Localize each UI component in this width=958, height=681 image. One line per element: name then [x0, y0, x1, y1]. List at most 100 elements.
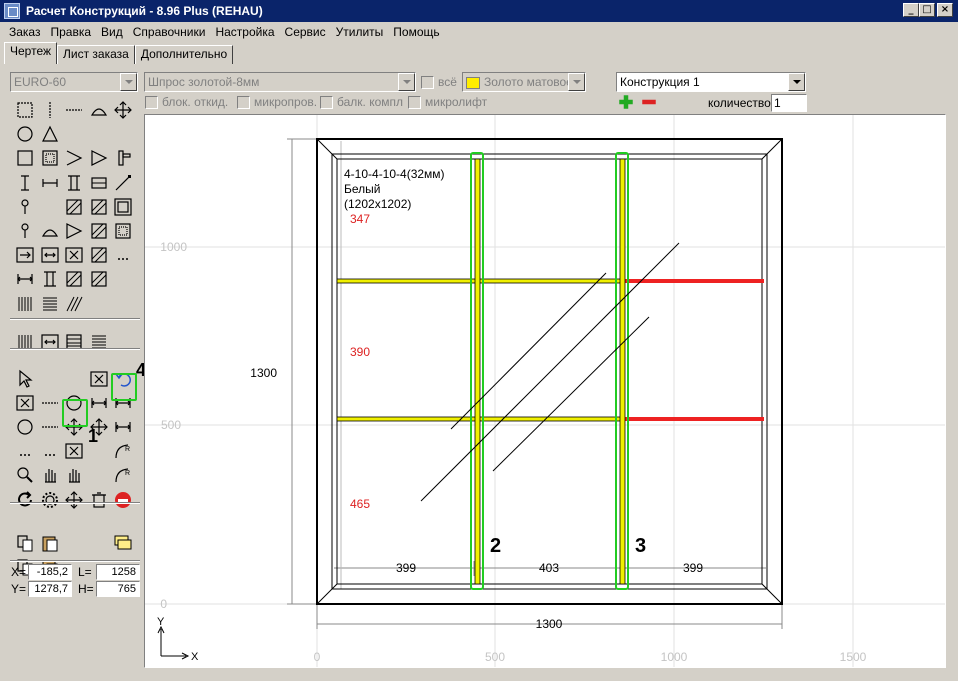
hatch-light-icon[interactable] — [88, 268, 110, 290]
option-label-2: микропров. — [254, 95, 318, 109]
option-label-1: блок. откид. — [162, 95, 229, 109]
arch-icon[interactable] — [88, 99, 110, 121]
quantity-input[interactable]: 1 — [771, 94, 807, 112]
sash-icon[interactable] — [112, 196, 134, 218]
color-select[interactable]: Золото матовое — [462, 72, 586, 92]
layers-icon[interactable] — [112, 532, 134, 554]
svg-text:R: R — [125, 470, 130, 477]
vertical-line-icon[interactable] — [39, 99, 61, 121]
column-icon[interactable] — [63, 172, 85, 194]
rect-select-icon[interactable] — [14, 99, 36, 121]
option-checkbox-3[interactable] — [320, 96, 333, 109]
more-icon[interactable] — [112, 244, 134, 266]
opening-icon[interactable] — [63, 147, 85, 169]
option-checkbox-2[interactable] — [237, 96, 250, 109]
menu-references[interactable]: Справочники — [128, 25, 211, 39]
glass-icon[interactable] — [63, 196, 85, 218]
circle-icon[interactable] — [14, 123, 36, 145]
minimize-button[interactable]: _ — [903, 3, 919, 17]
dimension-icon[interactable] — [88, 392, 110, 414]
all-checkbox[interactable] — [421, 76, 434, 89]
height-arc-icon[interactable]: R — [112, 464, 134, 486]
hatch-icon[interactable] — [88, 220, 110, 242]
option-checkbox-4[interactable] — [408, 96, 421, 109]
menu-settings[interactable]: Настройка — [210, 25, 279, 39]
menu-edit[interactable]: Правка — [45, 25, 96, 39]
opening-alt-icon[interactable] — [88, 147, 110, 169]
x-box-icon[interactable] — [63, 244, 85, 266]
drawing-canvas[interactable]: 0 500 1000 1500 1000 500 0 1300 1300 4-1… — [144, 114, 946, 668]
copy-icon[interactable] — [14, 532, 36, 554]
option-checkbox-1[interactable] — [145, 96, 158, 109]
glass-color: Белый — [344, 182, 380, 196]
double-arrow-icon[interactable] — [39, 244, 61, 266]
select-box-icon[interactable] — [88, 368, 110, 390]
construction-select[interactable]: Конструкция 1 — [616, 72, 806, 92]
points-icon[interactable] — [14, 440, 36, 462]
impost-icon[interactable] — [88, 172, 110, 194]
tab-additional[interactable]: Дополнительно — [134, 45, 234, 64]
corner-icon[interactable] — [112, 416, 134, 438]
glass-alt-icon[interactable] — [88, 196, 110, 218]
radius-points-icon[interactable] — [39, 440, 61, 462]
xy-icon[interactable] — [14, 416, 36, 438]
rows-icon[interactable] — [88, 331, 110, 353]
hatch-gray-icon[interactable] — [63, 268, 85, 290]
shpros-select[interactable]: Шпрос золотой-8мм — [144, 72, 416, 92]
menu-order[interactable]: Заказ — [4, 25, 45, 39]
refresh-icon[interactable] — [14, 489, 36, 511]
line-icon[interactable] — [39, 392, 61, 414]
minus-icon[interactable] — [640, 93, 658, 111]
grab-icon[interactable] — [63, 464, 85, 486]
radius-icon[interactable]: R — [112, 440, 134, 462]
diagonal-icon[interactable] — [112, 172, 134, 194]
zoom-icon[interactable] — [14, 464, 36, 486]
menu-help[interactable]: Помощь — [388, 25, 444, 39]
join-icon[interactable] — [39, 416, 61, 438]
settings-icon[interactable] — [39, 489, 61, 511]
move-icon[interactable] — [112, 99, 134, 121]
stop-icon[interactable] — [112, 489, 134, 511]
maximize-button[interactable]: □ — [919, 3, 935, 17]
cursor-icon[interactable] — [14, 368, 36, 390]
delete-points-icon[interactable] — [63, 440, 85, 462]
key-icon[interactable] — [14, 196, 36, 218]
handle-icon[interactable] — [112, 147, 134, 169]
tab-drawing[interactable]: Чертеж — [4, 42, 58, 64]
center-icon[interactable] — [112, 220, 134, 242]
filled-glass-icon[interactable] — [88, 244, 110, 266]
paste-icon[interactable] — [39, 532, 61, 554]
trash-icon[interactable] — [88, 489, 110, 511]
stretch-icon[interactable] — [39, 331, 61, 353]
close-button[interactable]: × — [937, 3, 953, 17]
frame-icon[interactable] — [39, 147, 61, 169]
tool-icon[interactable] — [14, 220, 36, 242]
bars-icon[interactable] — [39, 268, 61, 290]
triangle-sash-icon[interactable] — [63, 220, 85, 242]
menu-service[interactable]: Сервис — [280, 25, 331, 39]
dash-line-icon[interactable] — [63, 99, 85, 121]
app-icon — [4, 3, 20, 19]
square-icon[interactable] — [14, 147, 36, 169]
arrow-box-icon[interactable] — [14, 244, 36, 266]
plus-icon[interactable] — [617, 93, 635, 111]
pan-icon[interactable] — [39, 464, 61, 486]
menu-view[interactable]: Вид — [96, 25, 128, 39]
tab-order-sheet[interactable]: Лист заказа — [57, 45, 135, 64]
palette-divider — [10, 502, 140, 504]
diagonal-hatch-icon[interactable] — [63, 293, 85, 315]
select-object-icon[interactable] — [14, 392, 36, 414]
horizontal-hatch-icon[interactable] — [39, 293, 61, 315]
arch-alt-icon[interactable] — [39, 220, 61, 242]
transom-icon[interactable] — [39, 172, 61, 194]
vertical-hatch-icon[interactable] — [14, 293, 36, 315]
triangle-icon[interactable] — [39, 123, 61, 145]
mullion-icon[interactable] — [14, 172, 36, 194]
fit-icon[interactable] — [63, 489, 85, 511]
fill-icon[interactable] — [14, 331, 36, 353]
grid-icon[interactable] — [63, 331, 85, 353]
split-icon[interactable] — [14, 268, 36, 290]
profile-system-select[interactable]: EURO-60 — [10, 72, 138, 92]
menu-utilities[interactable]: Утилиты — [331, 25, 389, 39]
height-segment-label: 390 — [350, 345, 370, 359]
